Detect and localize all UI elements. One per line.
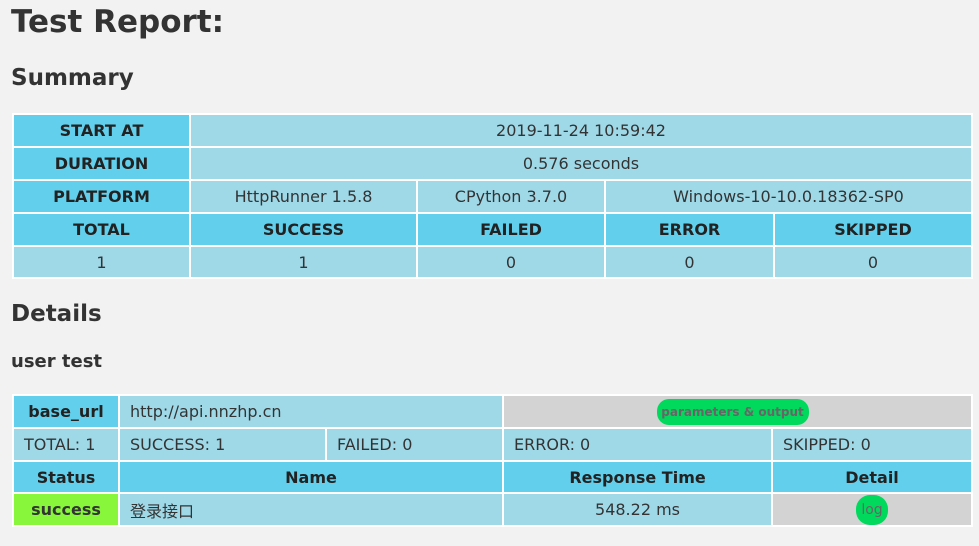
failed-header: FAILED bbox=[416, 212, 606, 247]
suite-name: user test bbox=[11, 351, 103, 372]
page-title: Test Report: bbox=[11, 4, 225, 40]
suite-table: base_url http://api.nnzhp.cn parameters … bbox=[12, 394, 974, 527]
base-url-value: http://api.nnzhp.cn bbox=[117, 394, 505, 429]
params-cell: parameters & output bbox=[502, 394, 974, 429]
table-row: success 登录接口 548.22 ms log bbox=[12, 492, 974, 527]
success-header: SUCCESS bbox=[189, 212, 418, 247]
failed-value: 0 bbox=[416, 245, 606, 279]
platform-python: CPython 3.7.0 bbox=[416, 179, 606, 214]
suite-skipped: SKIPPED: 0 bbox=[771, 427, 974, 462]
suite-error: ERROR: 0 bbox=[502, 427, 774, 462]
skipped-value: 0 bbox=[773, 245, 973, 279]
error-header: ERROR bbox=[604, 212, 775, 247]
error-value: 0 bbox=[604, 245, 775, 279]
skipped-header: SKIPPED bbox=[773, 212, 973, 247]
status-column-header: Status bbox=[12, 460, 120, 494]
duration-value: 0.576 seconds bbox=[189, 146, 973, 181]
platform-httprunner: HttpRunner 1.5.8 bbox=[189, 179, 418, 214]
detail-column-header: Detail bbox=[771, 460, 974, 494]
success-value: 1 bbox=[189, 245, 418, 279]
platform-os: Windows-10-10.0.18362-SP0 bbox=[604, 179, 973, 214]
platform-label: PLATFORM bbox=[12, 179, 191, 214]
summary-table: START AT 2019-11-24 10:59:42 DURATION 0.… bbox=[12, 113, 973, 279]
summary-heading: Summary bbox=[11, 65, 134, 91]
response-time-column-header: Response Time bbox=[502, 460, 774, 494]
log-button[interactable]: log bbox=[856, 495, 889, 524]
test-name: 登录接口 bbox=[117, 492, 505, 527]
suite-failed: FAILED: 0 bbox=[324, 427, 505, 462]
duration-label: DURATION bbox=[12, 146, 191, 181]
base-url-label: base_url bbox=[12, 394, 120, 429]
response-time: 548.22 ms bbox=[502, 492, 774, 527]
total-header: TOTAL bbox=[12, 212, 191, 247]
name-column-header: Name bbox=[117, 460, 505, 494]
start-at-label: START AT bbox=[12, 113, 191, 148]
start-at-value: 2019-11-24 10:59:42 bbox=[189, 113, 973, 148]
suite-success: SUCCESS: 1 bbox=[118, 427, 327, 462]
suite-total: TOTAL: 1 bbox=[12, 427, 120, 462]
status-badge: success bbox=[12, 492, 120, 527]
detail-cell: log bbox=[771, 492, 974, 527]
total-value: 1 bbox=[12, 245, 191, 279]
parameters-output-button[interactable]: parameters & output bbox=[656, 398, 809, 425]
details-heading: Details bbox=[11, 301, 102, 327]
